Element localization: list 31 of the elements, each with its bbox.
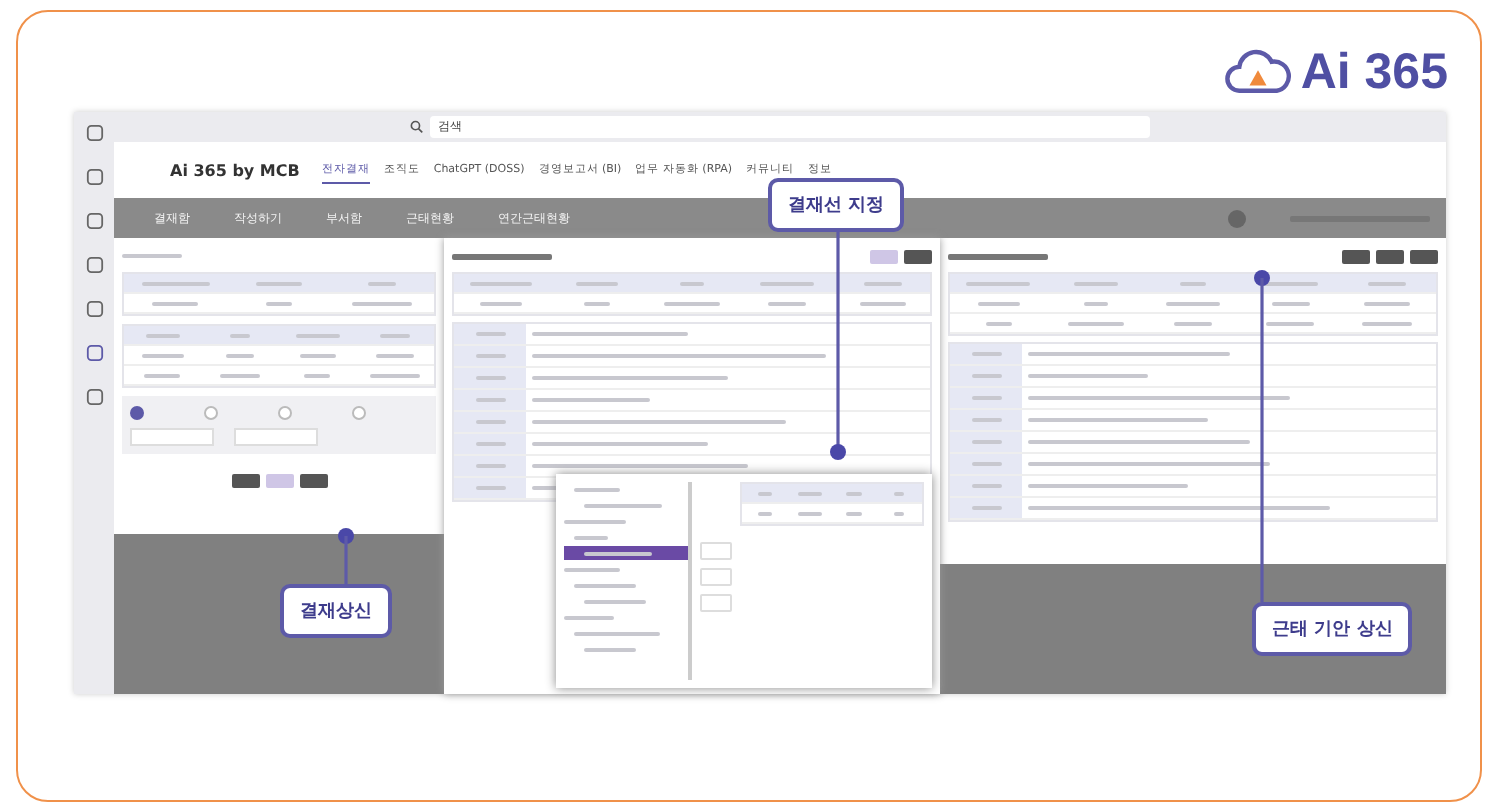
radio-button[interactable] — [204, 406, 218, 420]
action-button[interactable] — [1342, 249, 1370, 263]
logo-text: Ai 365 — [1300, 43, 1448, 101]
date-field[interactable] — [234, 428, 318, 446]
cloud-icon — [1224, 48, 1293, 96]
callout-label: 결재선 지정 — [768, 178, 905, 232]
app-icon[interactable] — [85, 300, 103, 318]
callout-label: 결재상신 — [280, 584, 392, 638]
tree-item[interactable] — [564, 546, 688, 560]
app-icon[interactable] — [85, 256, 103, 274]
user-avatar-icon — [1228, 209, 1246, 227]
action-button[interactable] — [1376, 249, 1404, 263]
radio-button[interactable] — [130, 406, 144, 420]
action-button[interactable] — [299, 474, 327, 488]
search-icon — [410, 120, 424, 134]
app-icon[interactable] — [85, 212, 103, 230]
callout-label: 근태 기안 상신 — [1252, 602, 1413, 656]
leader-line — [338, 528, 354, 584]
blurred-text — [948, 253, 1048, 259]
app-icon[interactable] — [85, 168, 103, 186]
action-button[interactable] — [1410, 249, 1438, 263]
app-brand: Ai 365 by MCB — [170, 161, 300, 179]
app-icon[interactable] — [85, 124, 103, 142]
action-button[interactable] — [904, 249, 932, 263]
app-icon[interactable] — [85, 388, 103, 406]
blurred-text — [452, 253, 552, 259]
date-field[interactable] — [130, 428, 214, 446]
action-button[interactable] — [231, 474, 259, 488]
radio-button[interactable] — [278, 406, 292, 420]
app-icon[interactable] — [85, 344, 103, 362]
radio-button[interactable] — [352, 406, 366, 420]
